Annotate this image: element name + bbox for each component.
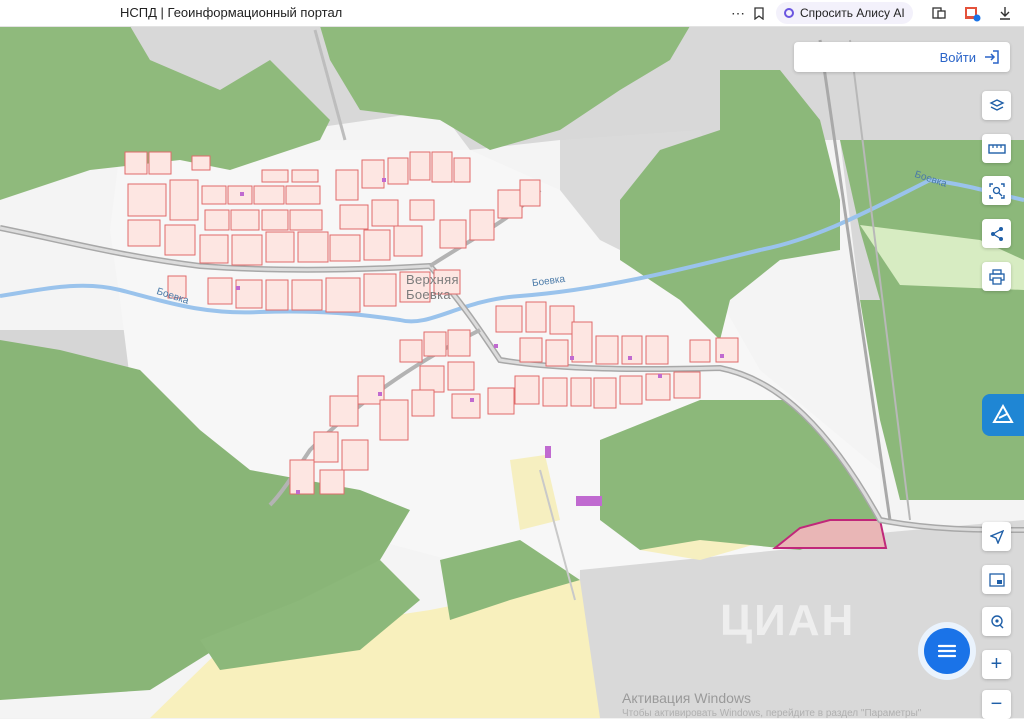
side-panel-tab[interactable] bbox=[982, 394, 1024, 436]
login-button[interactable]: Войти bbox=[794, 42, 1010, 72]
print-icon bbox=[988, 268, 1005, 285]
login-label: Войти bbox=[939, 49, 976, 65]
bookmark-icon[interactable] bbox=[752, 3, 766, 23]
download-icon[interactable] bbox=[996, 3, 1014, 23]
profile-icon[interactable] bbox=[962, 3, 982, 23]
browser-toolbar: НСПД | Геоинформационный портал ⋯ Спроси… bbox=[0, 0, 1024, 27]
cian-watermark: ЦИАН bbox=[720, 596, 856, 645]
area-select-icon bbox=[988, 182, 1005, 199]
alice-icon bbox=[784, 8, 794, 18]
print-button[interactable] bbox=[982, 262, 1011, 291]
chat-icon bbox=[937, 644, 957, 658]
settlement-label-line1: Верхняя bbox=[406, 272, 459, 287]
share-button[interactable] bbox=[982, 219, 1011, 248]
settlement-label: Верхняя Боевка bbox=[406, 272, 459, 302]
login-icon bbox=[985, 50, 999, 64]
geolocation-button[interactable] bbox=[982, 522, 1011, 551]
ruler-button[interactable] bbox=[982, 134, 1011, 163]
minimap-button[interactable] bbox=[982, 565, 1011, 594]
side-panel-icon bbox=[992, 403, 1014, 423]
windows-activation-hint: Чтобы активировать Windows, перейдите в … bbox=[622, 708, 922, 719]
share-icon bbox=[990, 226, 1003, 241]
chat-button[interactable] bbox=[918, 622, 976, 680]
settlement-label-line2: Боевка bbox=[406, 287, 451, 302]
extensions-icon[interactable] bbox=[930, 3, 948, 23]
layers-button[interactable] bbox=[982, 91, 1011, 120]
map-search-button[interactable] bbox=[982, 607, 1011, 636]
zoom-out-button[interactable]: − bbox=[982, 690, 1011, 719]
area-select-button[interactable] bbox=[982, 176, 1011, 205]
map-graphics bbox=[0, 26, 1024, 718]
windows-activation-title: Активация Windows bbox=[622, 690, 752, 706]
search-location-icon bbox=[990, 614, 1003, 628]
ruler-icon bbox=[987, 143, 1006, 154]
minimap-icon bbox=[988, 572, 1005, 587]
ask-alice-label: Спросить Алису AI bbox=[800, 6, 905, 20]
layers-icon bbox=[988, 98, 1005, 111]
page-title: НСПД | Геоинформационный портал bbox=[120, 5, 343, 20]
zoom-in-button[interactable]: + bbox=[982, 650, 1011, 679]
navigation-arrow-icon bbox=[989, 529, 1004, 544]
more-icon[interactable]: ⋯ bbox=[728, 3, 748, 23]
map-canvas[interactable]: Верхняя Боевка Боевка Боевка Боевка ЦИАН bbox=[0, 26, 1024, 718]
ask-alice-button[interactable]: Спросить Алису AI bbox=[776, 2, 913, 24]
